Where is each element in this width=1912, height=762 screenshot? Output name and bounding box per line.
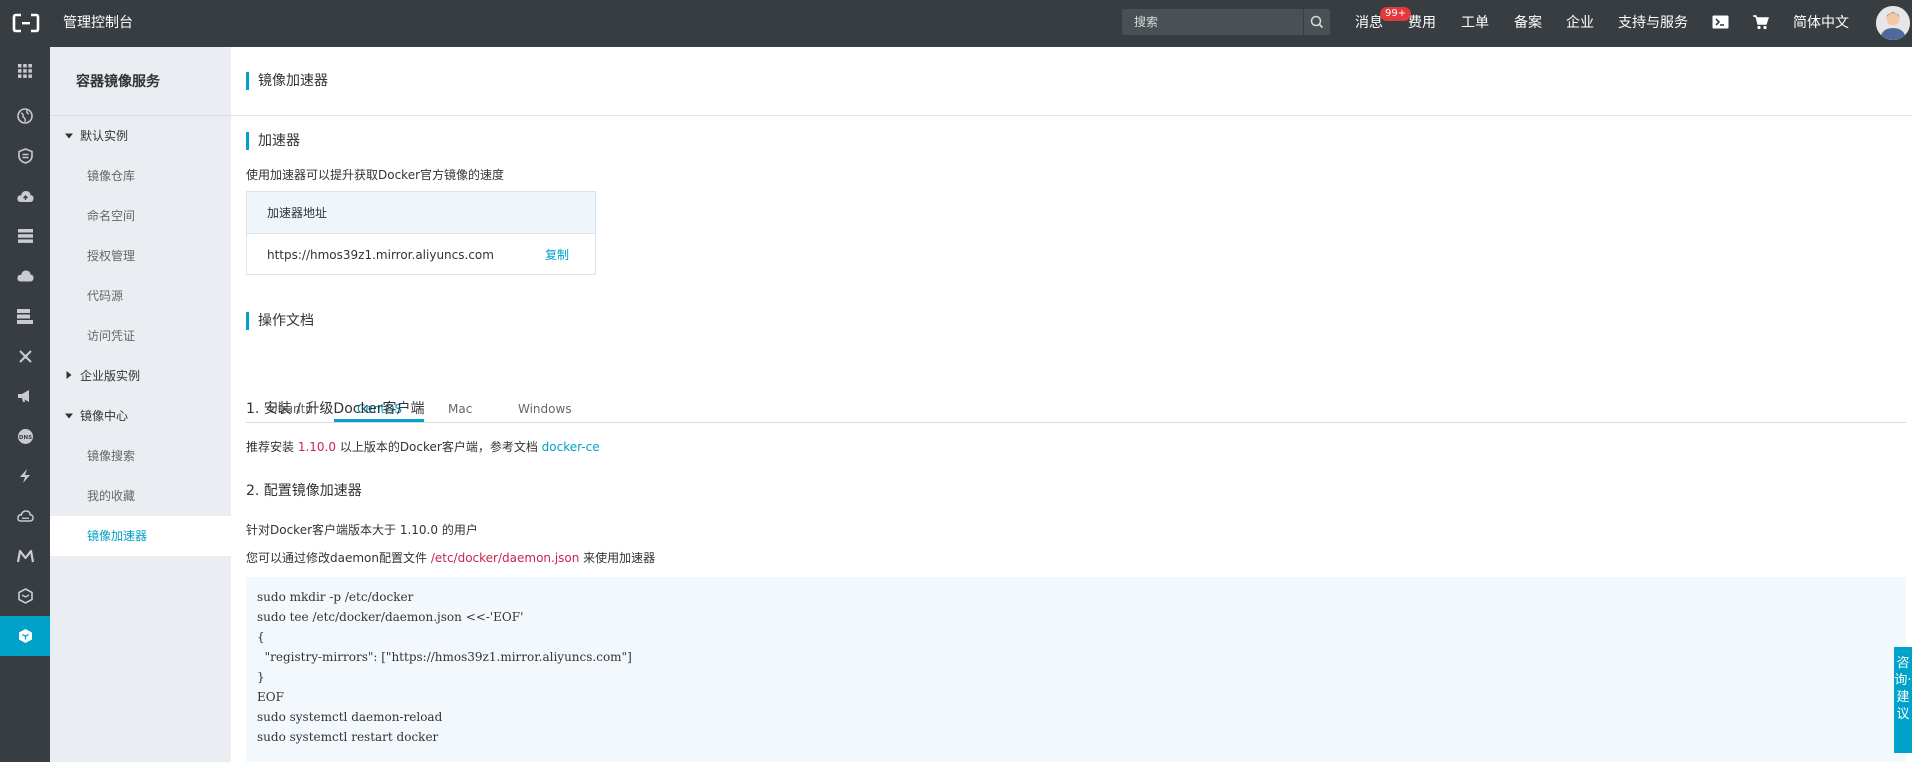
tab-mac[interactable]: Mac [448,401,472,417]
caret-down-icon [64,408,74,424]
cart-icon[interactable] [1752,14,1769,30]
container-icon[interactable] [0,576,50,616]
step1-text-b: 以上版本的Docker客户端，参考文档 [336,440,542,454]
feedback-button[interactable]: 咨询·建议 [1894,647,1912,753]
nav-billing[interactable]: 费用 [1408,14,1436,32]
sidebar-item-repositories[interactable]: 镜像仓库 [50,156,231,196]
group-image-center[interactable]: 镜像中心 [64,408,128,424]
svg-text:DNS: DNS [18,435,31,441]
search-input[interactable]: 搜索 [1122,9,1330,35]
docker-ce-link[interactable]: docker-ce [542,440,600,454]
sidebar-divider [50,115,231,116]
terminal-icon[interactable] [1712,15,1729,29]
group-label: 默认实例 [80,129,129,143]
top-bar: 管理控制台 搜索 消息 99+ 费用 工单 备案 企业 支持与服务 简体中文 [0,0,1912,47]
caret-right-icon [64,368,74,384]
daemon-json-path: /etc/docker/daemon.json [430,551,580,565]
sidebar-item-namespaces[interactable]: 命名空间 [50,196,231,236]
docs-section-title: 操作文档 [246,312,314,330]
step1-text-a: 推荐安装 [246,440,298,454]
page-header: 镜像加速器 [231,47,1912,116]
search-placeholder: 搜索 [1134,15,1159,29]
message-count-badge: 99+ [1380,7,1412,21]
service-title: 容器镜像服务 [76,74,160,90]
config-code-block[interactable]: sudo mkdir -p /etc/docker sudo tee /etc/… [246,577,1906,762]
step2-line1: 针对Docker客户端版本大于 1.10.0 的用户 [246,523,478,537]
nav-support[interactable]: 支持与服务 [1618,14,1688,32]
sidebar-item-authorization[interactable]: 授权管理 [50,236,231,276]
nav-enterprise[interactable]: 企业 [1566,14,1594,32]
cloud-storage-icon[interactable] [0,496,50,536]
active-tab-indicator [334,419,424,422]
dns-icon[interactable]: DNS [0,416,50,456]
step2-line2-a: 您可以通过修改daemon配置文件 [246,551,431,565]
search-icon[interactable] [1303,9,1330,35]
accelerator-url: https://hmos39z1.mirror.aliyuncs.com [267,248,494,262]
database-icon[interactable] [0,296,50,336]
sidebar-item-favorites[interactable]: 我的收藏 [50,476,231,516]
sidebar-item-image-search[interactable]: 镜像搜索 [50,436,231,476]
nav-icp[interactable]: 备案 [1514,14,1542,32]
sidebar-item-access-credentials[interactable]: 访问凭证 [50,316,231,356]
lightning-icon[interactable] [0,456,50,496]
megaphone-icon[interactable] [0,376,50,416]
group-label: 企业版实例 [80,369,141,383]
recommended-version: 1.10.0 [297,440,336,454]
accelerator-section-title: 加速器 [246,132,300,150]
m-icon[interactable] [0,536,50,576]
nav-messages[interactable]: 消息 [1355,14,1383,32]
tab-windows[interactable]: Windows [518,401,572,417]
group-label: 镜像中心 [80,409,129,423]
nav-tickets[interactable]: 工单 [1461,14,1489,32]
copy-button[interactable]: 复制 [545,247,569,263]
accelerator-address-box: 加速器地址 https://hmos39z1.mirror.aliyuncs.c… [246,191,596,275]
cloud-icon[interactable] [0,256,50,296]
group-default-instance[interactable]: 默认实例 [64,128,128,144]
step1-text: 推荐安装 1.10.0 以上版本的Docker客户端，参考文档 docker-c… [246,439,600,455]
page-title: 镜像加速器 [246,72,328,90]
network-icon[interactable] [0,336,50,376]
group-enterprise-instance[interactable]: 企业版实例 [64,368,140,384]
service-sidebar: 容器镜像服务 默认实例 镜像仓库 命名空间 授权管理 代码源 访问凭证 企业版实… [50,47,231,762]
step1-title: 1. 安装 / 升级Docker客户端 [246,401,425,417]
accelerator-address-header: 加速器地址 [247,192,595,234]
sidebar-item-image-accelerator[interactable]: 镜像加速器 [50,516,231,556]
step2-line2: 您可以通过修改daemon配置文件 /etc/docker/daemon.jso… [246,550,655,566]
os-tabs: Ubuntu CentOS Mac Windows [246,395,1906,423]
nav-language[interactable]: 简体中文 [1793,14,1849,32]
container-registry-icon[interactable] [0,616,50,656]
apps-grid-icon[interactable] [0,51,50,91]
logo-icon[interactable] [12,12,40,34]
accelerator-description: 使用加速器可以提升获取Docker官方镜像的速度 [246,168,505,182]
step2-title: 2. 配置镜像加速器 [246,483,362,499]
product-rail: DNS [0,47,50,762]
cloud-upload-icon[interactable] [0,176,50,216]
server-icon[interactable] [0,216,50,256]
sidebar-item-code-source[interactable]: 代码源 [50,276,231,316]
caret-down-icon [64,128,74,144]
shield-icon[interactable] [0,136,50,176]
main-content: 镜像加速器 加速器 使用加速器可以提升获取Docker官方镜像的速度 加速器地址… [231,47,1912,762]
console-title[interactable]: 管理控制台 [63,14,133,32]
globe-icon[interactable] [0,96,50,136]
step2-line2-b: 来使用加速器 [579,551,656,565]
user-avatar[interactable] [1876,6,1910,40]
